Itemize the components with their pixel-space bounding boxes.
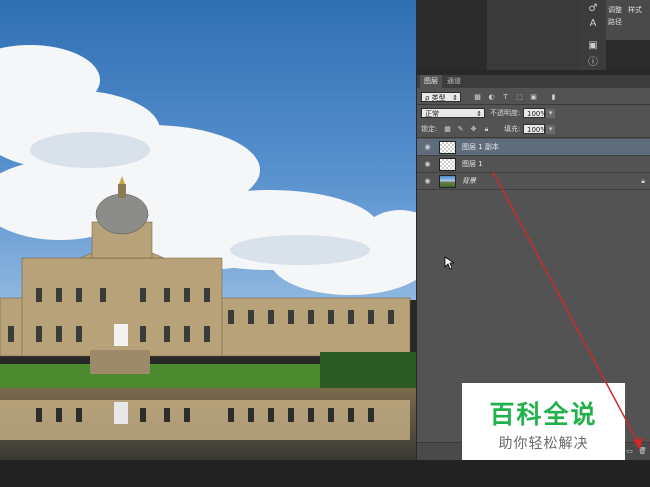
visibility-eye-icon[interactable]: ◉ bbox=[423, 177, 432, 185]
castle-photo bbox=[0, 0, 416, 460]
filter-search-icon: ρ bbox=[425, 94, 432, 102]
layer-row-layer1[interactable]: ◉ 图层 1 bbox=[417, 156, 650, 173]
mouse-cursor-icon bbox=[444, 256, 454, 270]
filter-kind-select[interactable]: ρ 类型 ⇕ bbox=[421, 92, 461, 102]
panel-icon-column: ♂ A ▣ ⓘ bbox=[580, 0, 606, 70]
lock-position-icon[interactable]: ✥ bbox=[469, 125, 478, 134]
layers-panel-tabs: 图层 通道 bbox=[417, 75, 650, 88]
layer-thumbnail bbox=[439, 158, 456, 171]
layer-name[interactable]: 图层 1 副本 bbox=[462, 139, 499, 156]
filter-row: ρ 类型 ⇕ ▩ ◐ T ⬚ ▣ ▮ bbox=[417, 91, 650, 103]
blend-mode-select[interactable]: 正常 ⇕ bbox=[421, 108, 485, 118]
lock-row: 锁定: ▦ ✎ ✥ 🔒︎ 填充: 100% ▾ bbox=[417, 123, 650, 135]
image-canvas[interactable] bbox=[0, 0, 416, 460]
filter-shape-icon[interactable]: ⬚ bbox=[515, 93, 524, 102]
filter-adjustment-icon[interactable]: ◐ bbox=[487, 93, 496, 102]
delete-layer-icon[interactable]: 🗑︎ bbox=[638, 447, 647, 456]
divider bbox=[417, 104, 650, 105]
lock-all-icon[interactable]: 🔒︎ bbox=[482, 125, 491, 134]
chevron-down-icon: ⇕ bbox=[476, 110, 482, 118]
divider bbox=[417, 137, 650, 138]
tab-channels[interactable]: 通道 bbox=[443, 75, 465, 88]
layer-thumbnail bbox=[439, 141, 456, 154]
panel-dock-area bbox=[487, 0, 580, 70]
filter-kind-value: 类型 bbox=[431, 94, 446, 102]
lock-icon: 🔒︎ bbox=[641, 177, 645, 185]
visibility-eye-icon[interactable]: ◉ bbox=[423, 160, 432, 168]
watermark-badge: 百科全说 助你轻松解决 bbox=[462, 383, 625, 460]
blend-mode-value: 正常 bbox=[425, 110, 439, 118]
layer-name[interactable]: 图层 1 bbox=[462, 156, 483, 173]
fill-dropdown-icon[interactable]: ▾ bbox=[546, 125, 555, 134]
lock-transparent-icon[interactable]: ▦ bbox=[443, 125, 452, 134]
layer-row-copy[interactable]: ◉ 图层 1 副本 bbox=[417, 139, 650, 156]
brush-settings-icon[interactable]: ♂ bbox=[586, 3, 600, 15]
layer-row-background[interactable]: ◉ 背景 🔒︎ bbox=[417, 173, 650, 190]
lock-label: 锁定: bbox=[421, 125, 438, 133]
fill-input[interactable]: 100% bbox=[523, 124, 547, 134]
new-group-icon[interactable]: ▭ bbox=[625, 447, 634, 456]
character-icon[interactable]: A bbox=[586, 18, 600, 30]
lock-image-icon[interactable]: ✎ bbox=[456, 125, 465, 134]
chevron-down-icon: ⇕ bbox=[452, 94, 458, 102]
opacity-dropdown-icon[interactable]: ▾ bbox=[546, 109, 555, 118]
panel-tab-adjust[interactable]: 调整 bbox=[608, 5, 622, 15]
tab-layers[interactable]: 图层 bbox=[420, 75, 442, 88]
panel-tab-styles[interactable]: 样式 bbox=[628, 5, 642, 15]
layer-thumbnail bbox=[439, 175, 456, 188]
filter-smart-object-icon[interactable]: ▣ bbox=[529, 93, 538, 102]
opacity-input[interactable]: 100% bbox=[523, 108, 547, 118]
status-bar bbox=[0, 460, 650, 487]
adjustments-panel-stub: 调整 样式 路径 bbox=[606, 0, 650, 40]
filter-type-icon[interactable]: T bbox=[501, 93, 510, 102]
filter-pixel-icon[interactable]: ▩ bbox=[473, 93, 482, 102]
fill-label: 填充: bbox=[504, 125, 521, 133]
watermark-subtitle: 助你轻松解决 bbox=[498, 436, 589, 452]
visibility-eye-icon[interactable]: ◉ bbox=[423, 143, 432, 151]
watermark-title: 百科全说 bbox=[489, 400, 598, 429]
panel-tab-paths[interactable]: 路径 bbox=[608, 17, 622, 27]
opacity-label: 不透明度: bbox=[490, 109, 521, 117]
layer-name[interactable]: 背景 bbox=[462, 173, 476, 190]
blend-row: 正常 ⇕ 不透明度: 100% ▾ bbox=[417, 107, 650, 119]
info-icon[interactable]: ⓘ bbox=[586, 57, 600, 69]
properties-icon[interactable]: ▣ bbox=[586, 40, 600, 52]
filter-toggle-icon[interactable]: ▮ bbox=[549, 93, 558, 102]
